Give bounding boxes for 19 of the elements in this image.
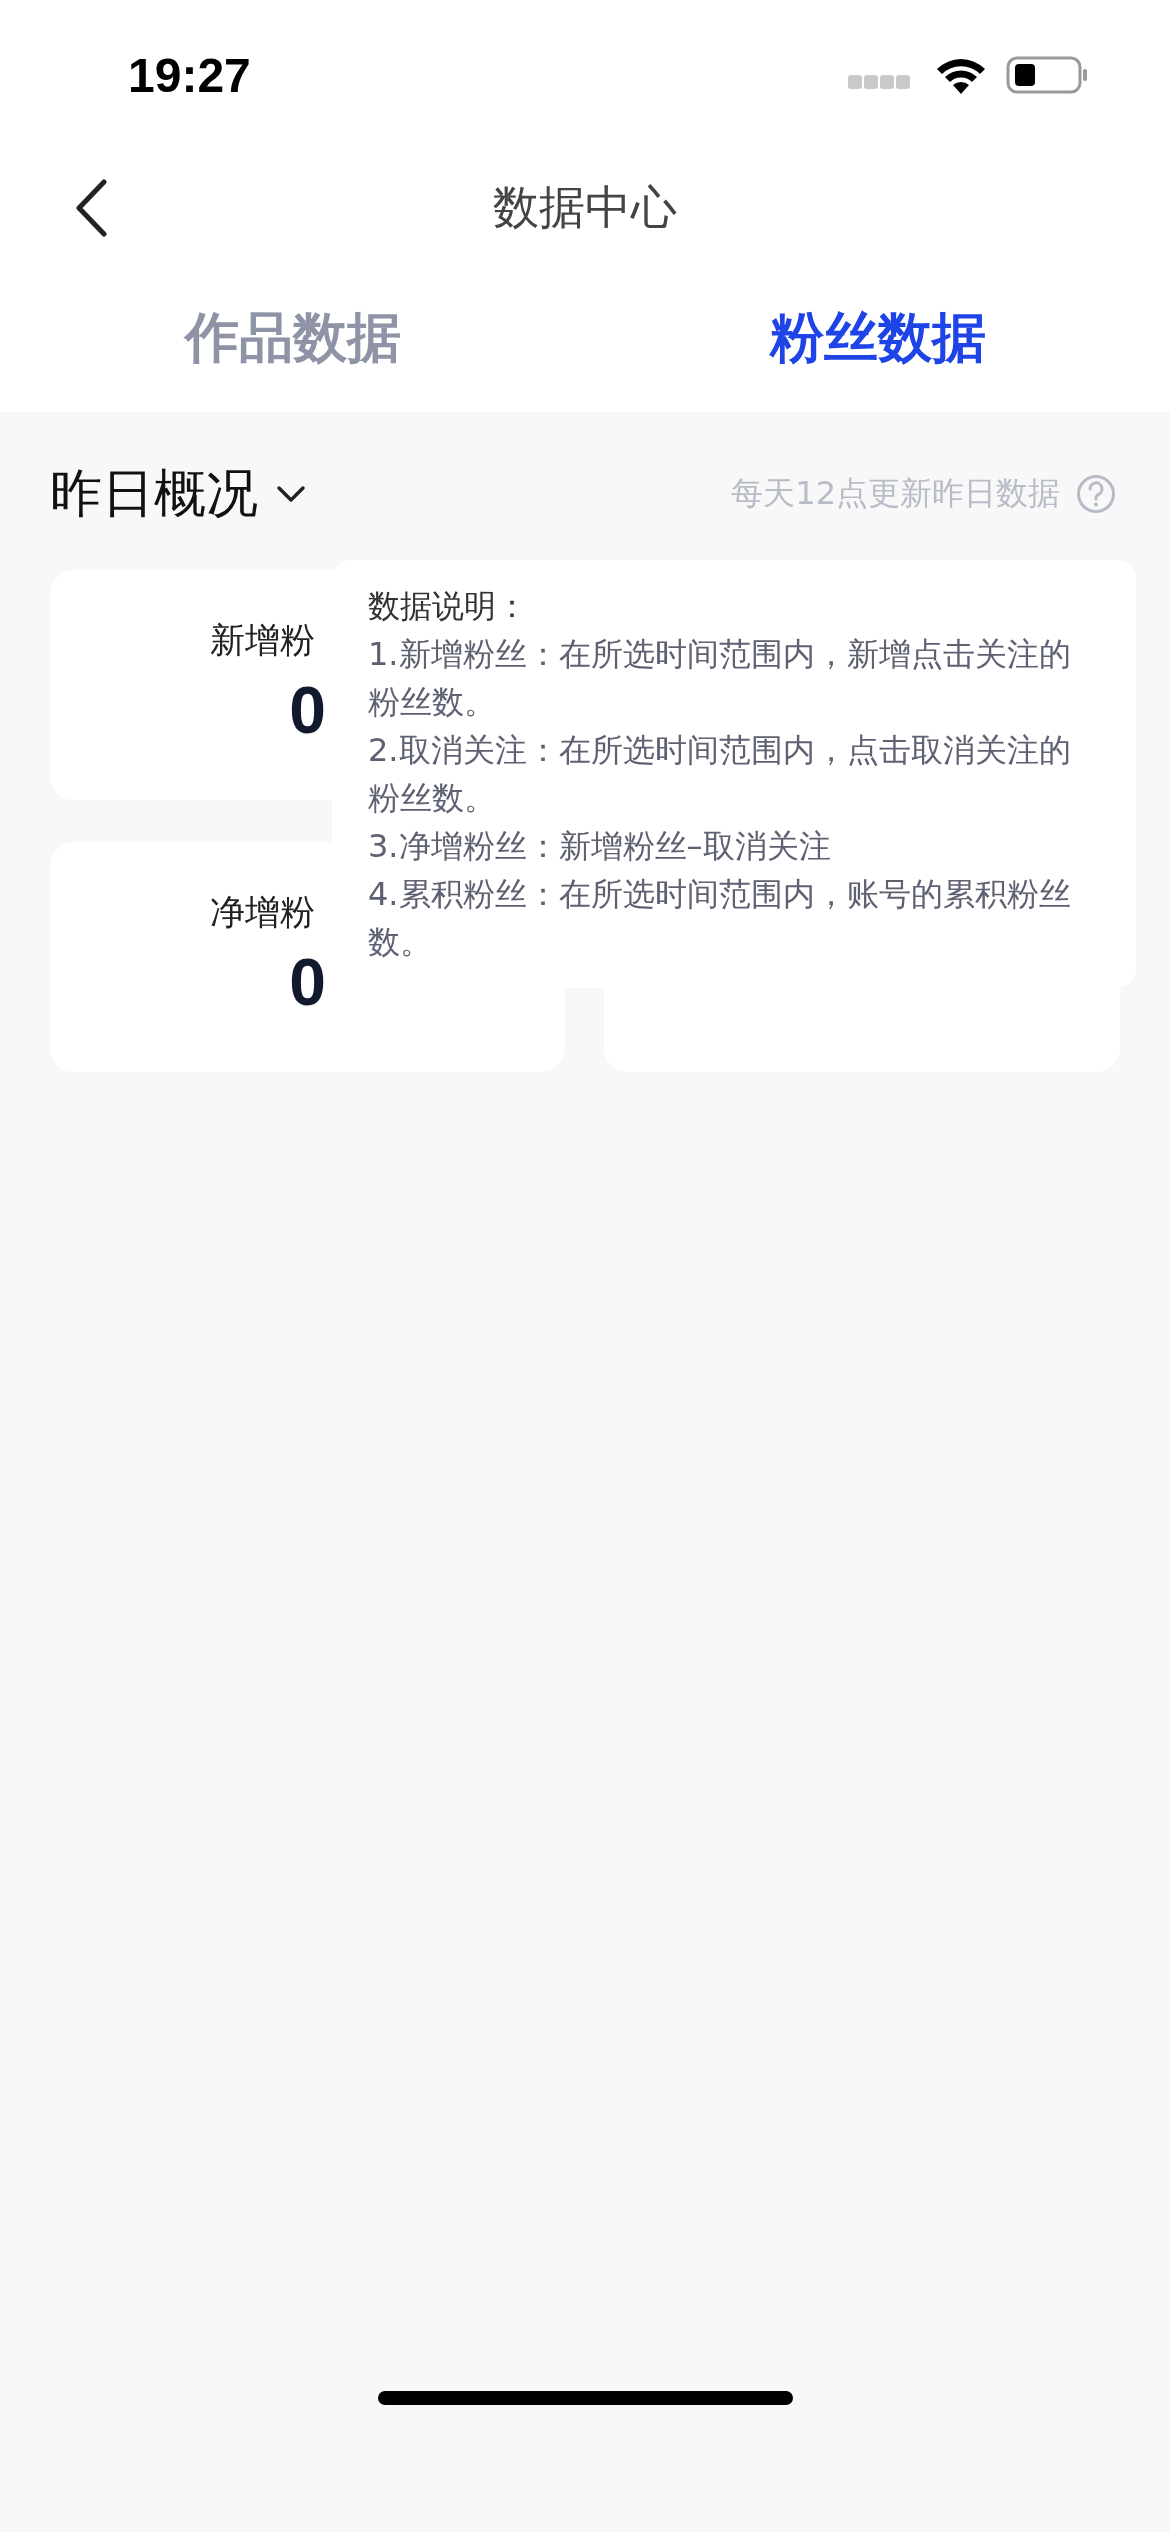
definition-text: 1.新增粉丝：在所选时间范围内，新增点击关注的粉丝数。 <box>368 634 1072 723</box>
definition-text: 3.净增粉丝：新增粉丝–取消关注 <box>368 826 832 867</box>
stat-value: 0 <box>289 944 326 1020</box>
chevron-down-icon[interactable] <box>276 484 306 503</box>
wifi-icon <box>936 56 986 94</box>
back-icon[interactable] <box>74 179 108 237</box>
stat-value: 0 <box>289 672 326 748</box>
stat-label: 新增粉 <box>210 618 315 662</box>
battery-icon <box>1006 56 1088 94</box>
update-hint: 每天12点更新昨日数据 <box>731 472 1060 514</box>
section-title: 昨日概况 <box>50 461 258 525</box>
popover-title: 数据说明： <box>368 586 529 627</box>
definition-text: 2.取消关注：在所选时间范围内，点击取消关注的粉丝数。 <box>368 730 1072 819</box>
page-title: 数据中心 <box>493 178 677 236</box>
signal-icon <box>848 75 910 89</box>
definition-text: 4.累积粉丝：在所选时间范围内，账号的累积粉丝数。 <box>368 874 1072 963</box>
tab[interactable]: 粉丝数据 <box>585 265 1170 412</box>
status-time: 19:27 <box>128 47 251 103</box>
stat-label: 净增粉 <box>210 890 315 934</box>
